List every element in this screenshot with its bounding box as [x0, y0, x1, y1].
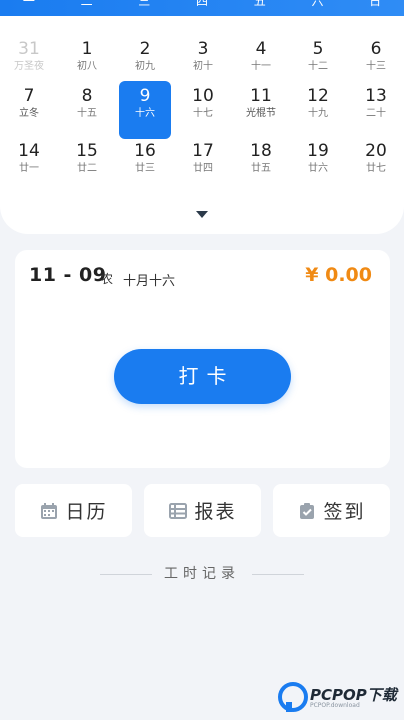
lunar-label: 十九: [308, 108, 328, 119]
selected-date: 11 - 09: [29, 264, 107, 286]
calendar-week-row: 14 廿一 15 廿二 16 廿三 17 廿四 18 廿五 19 廿六 20 廿七: [0, 136, 404, 194]
lunar-label: 初九: [135, 61, 155, 72]
report-button[interactable]: 报表: [144, 484, 261, 537]
lunar-label: 初八: [77, 61, 97, 72]
day-number: 7: [23, 86, 35, 106]
calendar-week-row: 7 立冬 8 十五 9 十六 10 十七 11 光棍节 12 十九 13 二十: [0, 81, 404, 139]
lunar-label: 廿五: [251, 163, 271, 174]
calendar-day[interactable]: 17 廿四: [177, 136, 229, 194]
day-number: 14: [18, 141, 40, 161]
day-number: 20: [365, 141, 387, 161]
punch-button[interactable]: 打卡: [114, 349, 291, 404]
watermark-logo: PCPOP下载 PCPOP.download: [278, 680, 400, 716]
day-number: 4: [255, 39, 267, 59]
clipboard-check-icon: [297, 501, 317, 521]
calendar-grid: 31 万圣夜 1 初八 2 初九 3 初十 4 十一 5 十二 6 十三 7 立冬 8 十五 9 十六 10 十七 11 光棍…: [0, 16, 404, 234]
weekday-fri: 五: [253, 0, 266, 8]
report-button-label: 报表: [194, 501, 237, 523]
weekday-mon: 一: [22, 0, 35, 8]
calendar-day[interactable]: 7 立冬: [3, 81, 55, 139]
day-number: 3: [197, 39, 209, 59]
calendar-day[interactable]: 11 光棍节: [235, 81, 287, 139]
lunar-label: 二十: [366, 108, 386, 119]
day-number: 17: [192, 141, 214, 161]
checkin-button-label: 签到: [323, 501, 366, 523]
calendar-day[interactable]: 12 十九: [292, 81, 344, 139]
calendar-day[interactable]: 15 廿二: [61, 136, 113, 194]
weekday-sat: 六: [311, 0, 324, 8]
calendar-day-selected[interactable]: 9 十六: [119, 81, 171, 139]
punch-card: 11 - 09 农 十月十六 ¥ 0.00 打卡: [15, 250, 390, 468]
weekday-wed: 三: [138, 0, 151, 8]
divider-line-right: [252, 574, 304, 575]
day-number: 12: [307, 86, 329, 106]
lunar-tag: 农: [101, 272, 114, 286]
lunar-label: 廿一: [19, 163, 39, 174]
calendar-day[interactable]: 18 廿五: [235, 136, 287, 194]
chevron-down-icon[interactable]: [196, 211, 208, 218]
lunar-label: 十三: [366, 61, 386, 72]
calendar-day[interactable]: 14 廿一: [3, 136, 55, 194]
checkin-button[interactable]: 签到: [273, 484, 390, 537]
lunar-label: 十六: [135, 108, 155, 119]
day-number: 9: [139, 86, 151, 106]
lunar-label: 廿七: [366, 163, 386, 174]
day-number: 1: [81, 39, 93, 59]
day-number: 5: [312, 39, 324, 59]
day-number: 10: [192, 86, 214, 106]
lunar-label: 立冬: [19, 108, 39, 119]
calendar-day[interactable]: 19 廿六: [292, 136, 344, 194]
day-number: 18: [250, 141, 272, 161]
lunar-label: 廿三: [135, 163, 155, 174]
day-number: 8: [81, 86, 93, 106]
calendar-day[interactable]: 16 廿三: [119, 136, 171, 194]
lunar-label: 廿二: [77, 163, 97, 174]
pcpop-logo-icon: [278, 682, 308, 712]
day-number: 15: [76, 141, 98, 161]
lunar-label: 万圣夜: [14, 61, 44, 72]
weekday-thu: 四: [196, 0, 209, 8]
wage-amount: ¥ 0.00: [305, 264, 372, 286]
day-number: 19: [307, 141, 329, 161]
calendar-day[interactable]: 20 廿七: [350, 136, 402, 194]
day-number: 13: [365, 86, 387, 106]
day-number: 2: [139, 39, 151, 59]
table-icon: [168, 501, 188, 521]
lunar-label: 初十: [193, 61, 213, 72]
calendar-icon: [39, 501, 59, 521]
calendar-button-label: 日历: [65, 501, 108, 523]
lunar-label: 廿六: [308, 163, 328, 174]
day-number: 16: [134, 141, 156, 161]
watermark-sub: PCPOP.download: [310, 702, 360, 709]
lunar-label: 十一: [251, 61, 271, 72]
calendar-button[interactable]: 日历: [15, 484, 132, 537]
weekday-sun: 日: [369, 0, 382, 8]
lunar-label: 十二: [308, 61, 328, 72]
work-hours-record-divider: 工时记录: [100, 564, 304, 584]
lunar-label: 廿四: [193, 163, 213, 174]
lunar-label: 十七: [193, 108, 213, 119]
lunar-label: 十五: [77, 108, 97, 119]
lunar-label: 光棍节: [246, 108, 276, 119]
weekday-tue: 二: [80, 0, 93, 8]
day-number: 11: [250, 86, 272, 106]
calendar-day[interactable]: 13 二十: [350, 81, 402, 139]
day-number: 6: [370, 39, 382, 59]
weekday-header: 一 二 三 四 五 六 日: [0, 0, 404, 16]
calendar-day[interactable]: 10 十七: [177, 81, 229, 139]
calendar-day[interactable]: 8 十五: [61, 81, 113, 139]
day-number: 31: [18, 39, 40, 59]
lunar-date: 十月十六: [123, 274, 176, 289]
